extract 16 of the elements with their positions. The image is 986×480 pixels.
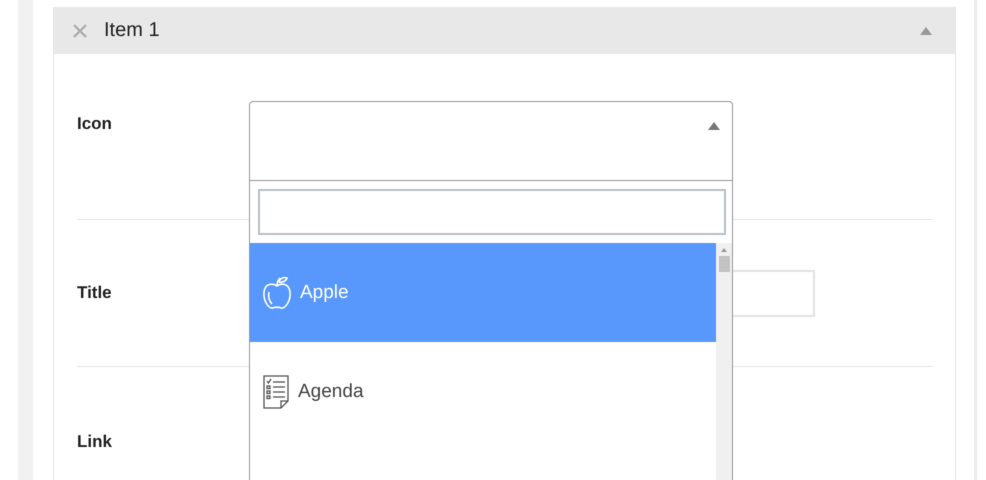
scrollbar[interactable] bbox=[716, 243, 732, 480]
scroll-up-icon bbox=[720, 247, 728, 253]
search-field[interactable] bbox=[258, 189, 726, 235]
caret-up-icon bbox=[707, 121, 721, 131]
field-label: Icon bbox=[77, 114, 113, 134]
checklist-document-icon bbox=[262, 374, 290, 408]
remove-button[interactable] bbox=[72, 22, 88, 38]
apple-icon bbox=[262, 276, 292, 310]
caret-up-icon bbox=[919, 26, 933, 36]
field-label: Link bbox=[77, 432, 113, 452]
scroll-thumb[interactable] bbox=[718, 256, 730, 272]
dropdown-option[interactable]: Agenda bbox=[250, 342, 716, 441]
panel-title: Item 1 bbox=[104, 19, 161, 42]
collapse-button[interactable] bbox=[919, 26, 933, 36]
close-icon bbox=[72, 22, 88, 38]
field-label: Title bbox=[77, 283, 113, 303]
